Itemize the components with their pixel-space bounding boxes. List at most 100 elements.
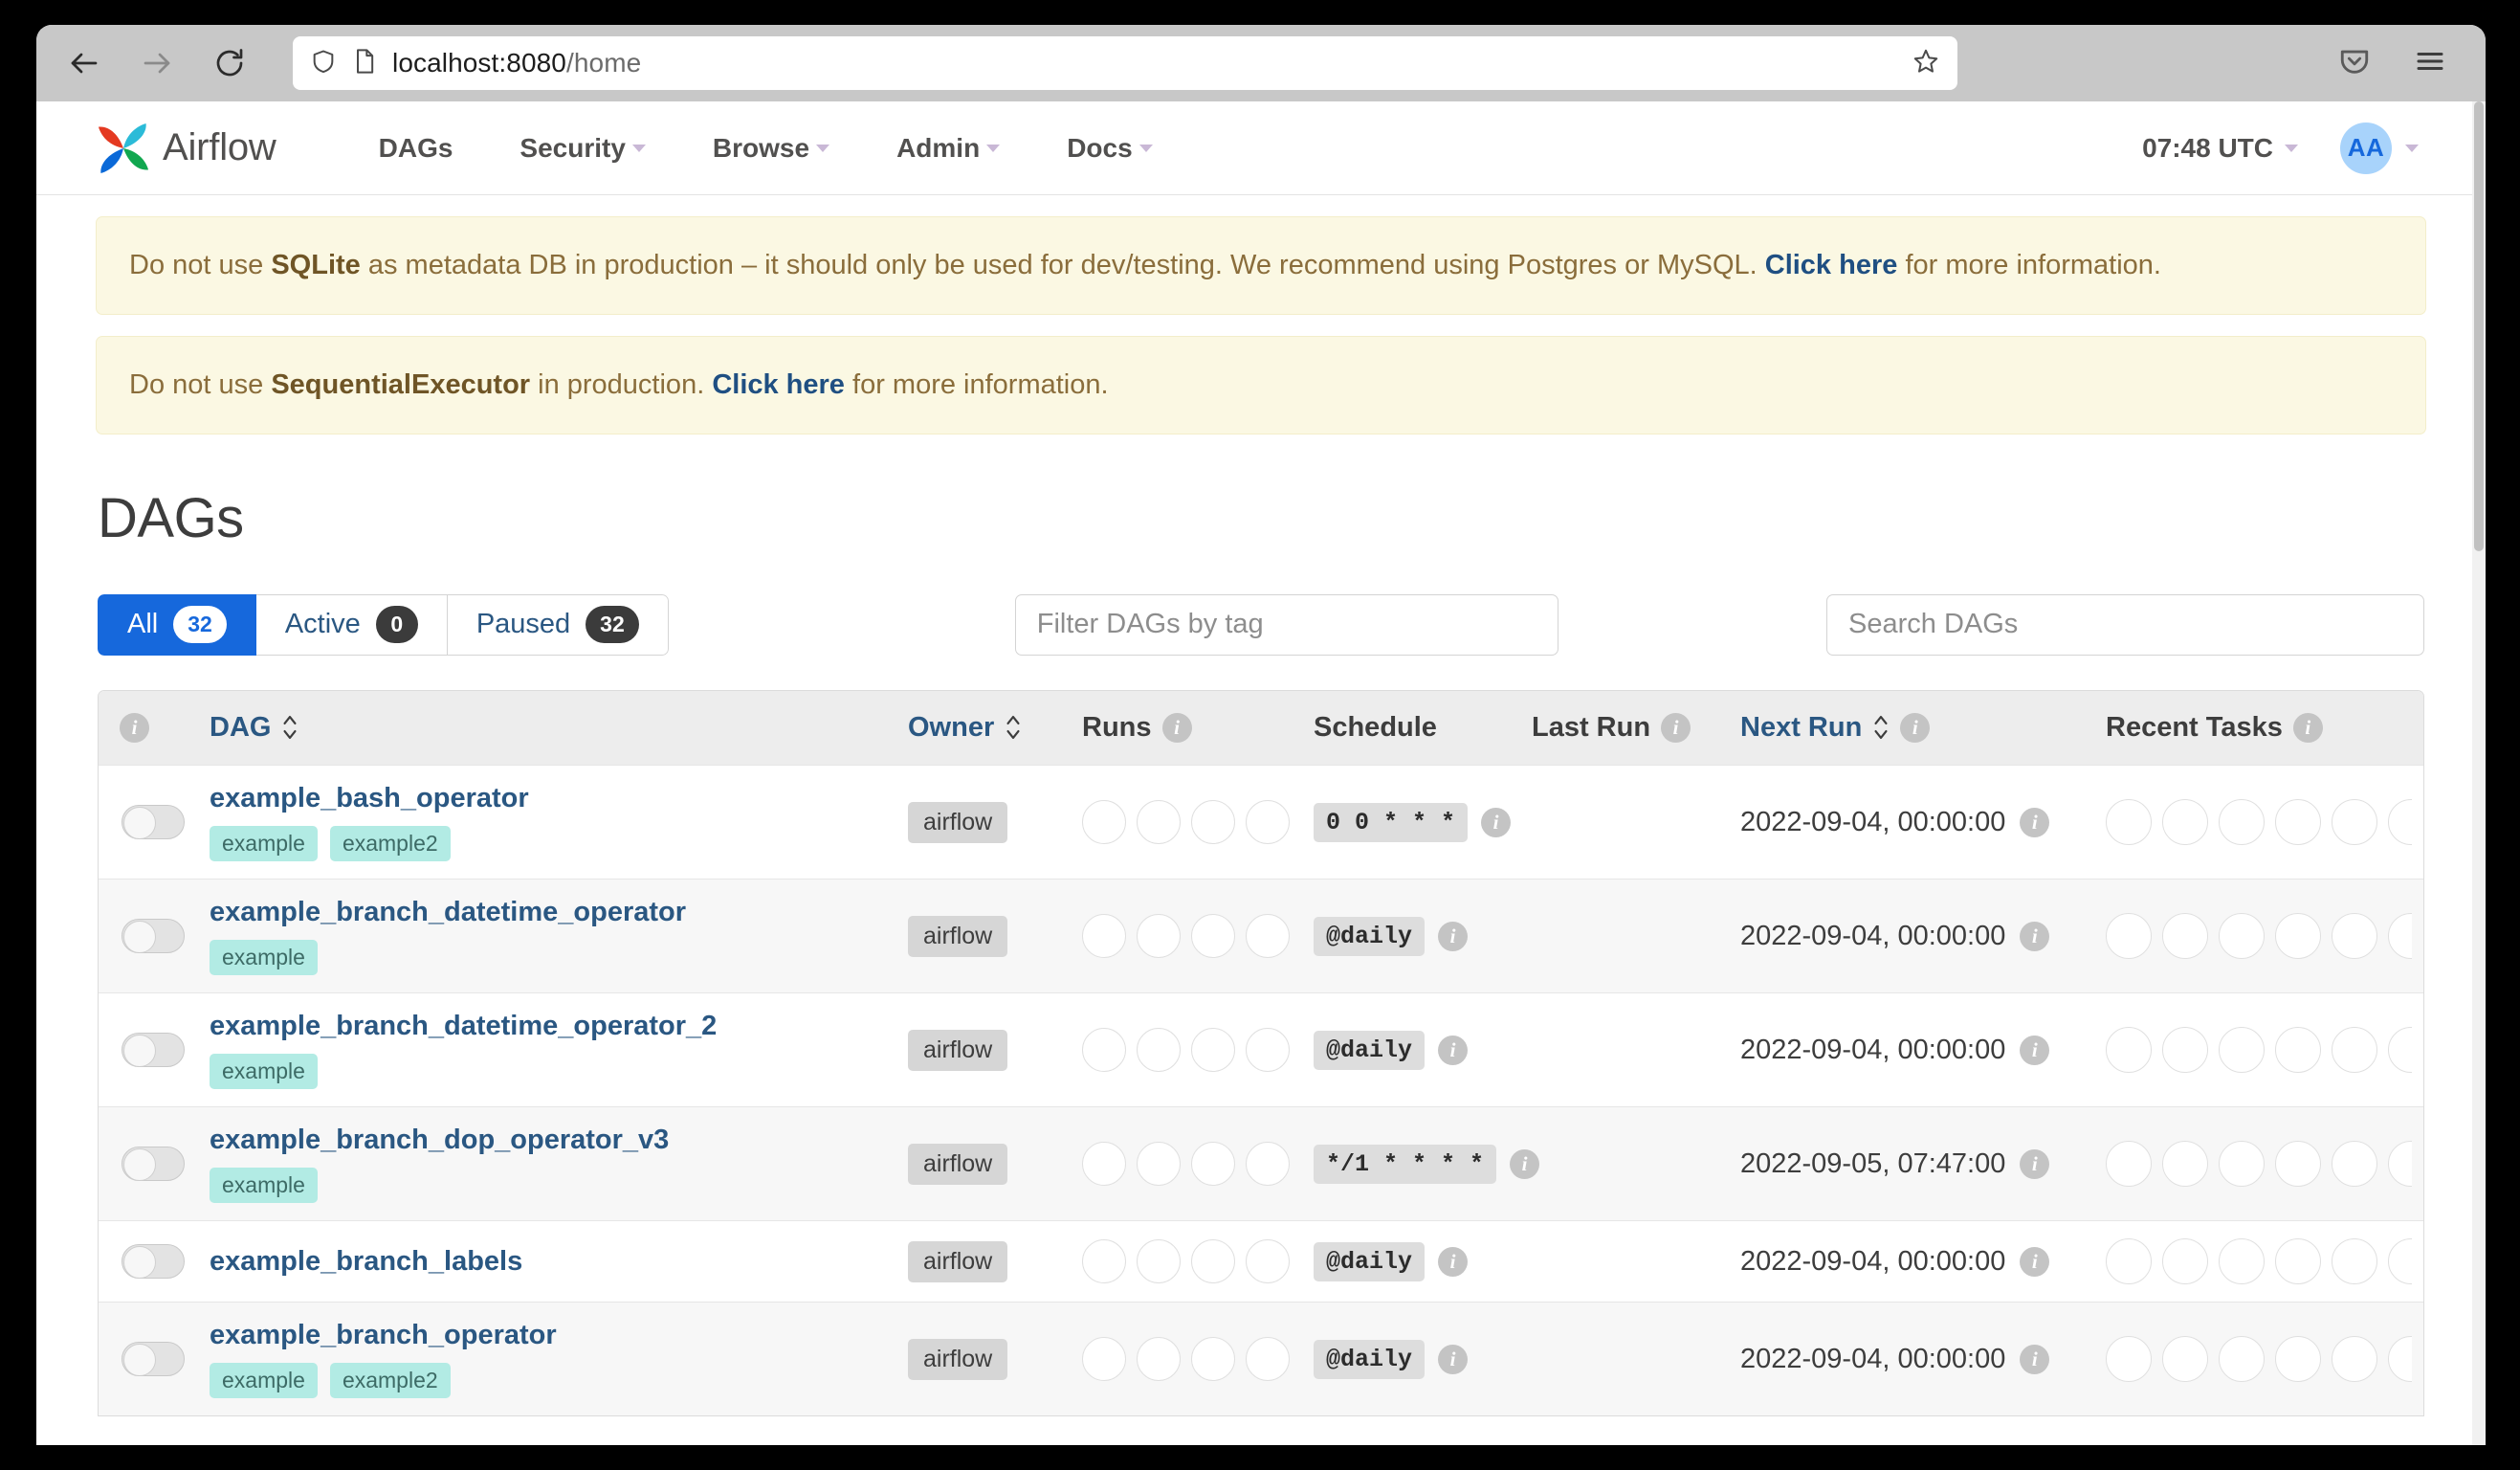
info-icon[interactable]: i	[2292, 712, 2323, 743]
star-icon[interactable]	[1912, 47, 1940, 80]
run-status-circle[interactable]	[1246, 914, 1290, 959]
info-icon[interactable]: i	[2020, 1148, 2050, 1179]
dag-name-link[interactable]: example_branch_dop_operator_v3	[210, 1125, 885, 1156]
task-status-circle[interactable]	[2106, 799, 2152, 846]
save-to-pocket-icon[interactable]	[2338, 45, 2371, 82]
pause-toggle-switch[interactable]	[122, 1342, 185, 1377]
run-status-circle[interactable]	[1137, 1028, 1181, 1073]
task-status-circle[interactable]	[2219, 1027, 2265, 1074]
info-icon[interactable]: i	[1661, 712, 1691, 743]
task-status-circle[interactable]	[2106, 1027, 2152, 1074]
nav-item-dags[interactable]: DAGs	[345, 133, 487, 164]
dag-name-link[interactable]: example_branch_operator	[210, 1320, 885, 1351]
task-status-circle[interactable]	[2332, 1238, 2377, 1285]
dag-tag[interactable]: example2	[329, 1363, 451, 1399]
search-dags-input[interactable]	[1826, 593, 2424, 656]
reload-button[interactable]	[207, 40, 253, 86]
task-status-circle[interactable]	[2275, 1027, 2321, 1074]
header-next-run[interactable]: Next Run i	[1729, 690, 2094, 766]
info-icon[interactable]: i	[2020, 1246, 2050, 1277]
owner-badge[interactable]: airflow	[908, 1143, 1008, 1185]
run-status-circle[interactable]	[1082, 1337, 1126, 1382]
run-status-circle[interactable]	[1082, 1142, 1126, 1187]
task-status-circle[interactable]	[2219, 1141, 2265, 1188]
task-status-circle[interactable]	[2275, 913, 2321, 960]
sort-arrows-icon[interactable]	[1872, 713, 1890, 742]
owner-badge[interactable]: airflow	[908, 1240, 1008, 1282]
info-icon[interactable]: i	[1161, 712, 1192, 743]
info-icon[interactable]: i	[1481, 807, 1512, 837]
task-status-circle[interactable]	[2162, 1336, 2208, 1383]
info-icon[interactable]: i	[2020, 921, 2050, 951]
task-status-circle[interactable]	[2332, 1141, 2377, 1188]
header-dag[interactable]: DAG	[198, 690, 896, 766]
run-status-circle[interactable]	[1137, 1239, 1181, 1284]
schedule-badge[interactable]: @daily	[1314, 916, 1426, 956]
sort-arrows-icon[interactable]	[281, 713, 298, 742]
dag-tag[interactable]: example	[210, 940, 318, 976]
tag-filter-input[interactable]	[1014, 593, 1558, 656]
run-status-circle[interactable]	[1137, 1142, 1181, 1187]
status-tab-paused[interactable]: Paused 32	[447, 593, 669, 656]
task-status-circle[interactable]	[2388, 1027, 2412, 1074]
dag-tag[interactable]: example	[210, 1054, 318, 1090]
dag-name-link[interactable]: example_branch_labels	[210, 1246, 885, 1278]
pause-toggle-switch[interactable]	[122, 805, 185, 840]
schedule-badge[interactable]: @daily	[1314, 1030, 1426, 1070]
sort-arrows-icon[interactable]	[1005, 713, 1022, 742]
task-status-circle[interactable]	[2219, 913, 2265, 960]
pause-toggle-switch[interactable]	[122, 1033, 185, 1068]
dag-tag[interactable]: example	[210, 1363, 318, 1399]
run-status-circle[interactable]	[1246, 1028, 1290, 1073]
run-status-circle[interactable]	[1137, 800, 1181, 845]
info-icon[interactable]: i	[1438, 1344, 1469, 1374]
alert-sqlite-link[interactable]: Click here	[1765, 250, 1898, 280]
pause-toggle-switch[interactable]	[122, 1244, 185, 1280]
page-scrollbar[interactable]	[2472, 101, 2486, 1445]
run-status-circle[interactable]	[1246, 800, 1290, 845]
task-status-circle[interactable]	[2388, 1238, 2412, 1285]
owner-badge[interactable]: airflow	[908, 1338, 1008, 1380]
task-status-circle[interactable]	[2275, 1336, 2321, 1383]
task-status-circle[interactable]	[2162, 799, 2208, 846]
nav-item-security[interactable]: Security	[486, 133, 679, 164]
run-status-circle[interactable]	[1191, 914, 1235, 959]
schedule-badge[interactable]: @daily	[1314, 1339, 1426, 1379]
run-status-circle[interactable]	[1137, 1337, 1181, 1382]
task-status-circle[interactable]	[2106, 1238, 2152, 1285]
dag-name-link[interactable]: example_bash_operator	[210, 783, 885, 814]
info-icon[interactable]: i	[1438, 921, 1469, 951]
pause-toggle-switch[interactable]	[122, 1147, 185, 1182]
task-status-circle[interactable]	[2219, 1336, 2265, 1383]
task-status-circle[interactable]	[2162, 1238, 2208, 1285]
run-status-circle[interactable]	[1191, 1337, 1235, 1382]
run-status-circle[interactable]	[1246, 1337, 1290, 1382]
pause-toggle-switch[interactable]	[122, 919, 185, 954]
airflow-brand-link[interactable]: Airflow	[94, 119, 276, 178]
nav-item-admin[interactable]: Admin	[863, 133, 1033, 164]
task-status-circle[interactable]	[2275, 799, 2321, 846]
run-status-circle[interactable]	[1246, 1239, 1290, 1284]
document-icon[interactable]	[352, 48, 377, 79]
task-status-circle[interactable]	[2219, 799, 2265, 846]
info-icon[interactable]: i	[1438, 1246, 1469, 1277]
task-status-circle[interactable]	[2332, 913, 2377, 960]
run-status-circle[interactable]	[1191, 1142, 1235, 1187]
address-bar[interactable]: localhost:8080/home	[293, 36, 1957, 90]
schedule-badge[interactable]: */1 * * * *	[1314, 1144, 1497, 1184]
task-status-circle[interactable]	[2106, 1336, 2152, 1383]
run-status-circle[interactable]	[1191, 1028, 1235, 1073]
header-owner[interactable]: Owner	[896, 690, 1071, 766]
info-icon[interactable]: i	[2020, 1344, 2050, 1374]
dag-tag[interactable]: example	[210, 826, 318, 862]
timezone-selector[interactable]: 07:48 UTC	[2142, 133, 2298, 164]
schedule-badge[interactable]: @daily	[1314, 1241, 1426, 1281]
user-menu[interactable]: AA	[2340, 122, 2419, 174]
task-status-circle[interactable]	[2162, 913, 2208, 960]
task-status-circle[interactable]	[2332, 799, 2377, 846]
nav-item-docs[interactable]: Docs	[1033, 133, 1185, 164]
shield-icon[interactable]	[310, 48, 337, 79]
run-status-circle[interactable]	[1191, 1239, 1235, 1284]
task-status-circle[interactable]	[2275, 1141, 2321, 1188]
owner-badge[interactable]: airflow	[908, 801, 1008, 843]
